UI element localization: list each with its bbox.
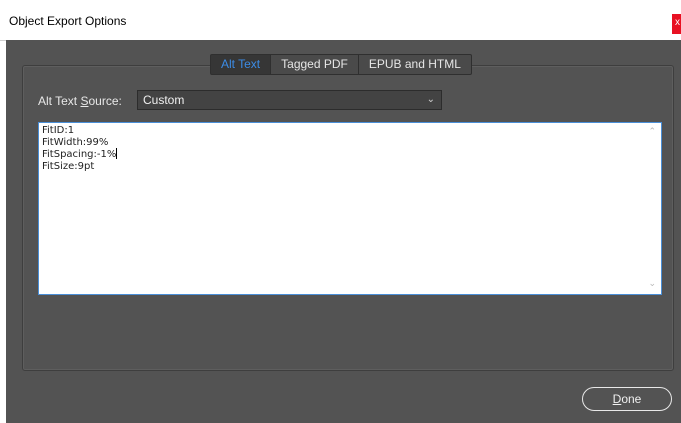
alt-text-textarea[interactable]: FitID:1 FitWidth:99% FitSpacing:-1% FitS… [38, 122, 662, 295]
source-label-pre: Alt Text [38, 94, 81, 108]
done-mnemonic: D [612, 392, 622, 406]
tab-bar: Alt Text Tagged PDF EPUB and HTML [210, 54, 472, 75]
tab-epub-and-html[interactable]: EPUB and HTML [358, 54, 472, 75]
text-caret [116, 148, 118, 159]
source-label-post: ource: [88, 94, 122, 108]
text-line: FitSpacing:-1% [42, 149, 117, 160]
text-line: FitWidth:99% [42, 136, 109, 148]
dialog-body: Alt Text Tagged PDF EPUB and HTML Alt Te… [6, 40, 681, 423]
chevron-down-icon: ⌄ [426, 94, 435, 105]
text-line: FitID:1 [42, 125, 75, 136]
text-line-with-caret: FitSpacing:-1% [42, 148, 658, 161]
scroll-down-icon[interactable]: ⌄ [648, 279, 656, 291]
window-title: Object Export Options [9, 14, 127, 28]
tab-alt-text[interactable]: Alt Text [210, 54, 272, 75]
alt-text-source-dropdown[interactable]: Custom ⌄ [137, 90, 442, 110]
done-label-rest: one [621, 392, 642, 406]
alt-text-source-label: Alt Text Source: [38, 94, 122, 108]
title-bar: Object Export Options x [0, 0, 681, 41]
tab-tagged-pdf[interactable]: Tagged PDF [271, 54, 359, 75]
done-button[interactable]: Done [582, 387, 672, 411]
close-button[interactable]: x [672, 14, 681, 34]
text-line: FitSize:9pt [42, 160, 95, 172]
scroll-up-icon[interactable]: ⌃ [648, 127, 656, 139]
alt-text-source-value: Custom [143, 93, 185, 107]
